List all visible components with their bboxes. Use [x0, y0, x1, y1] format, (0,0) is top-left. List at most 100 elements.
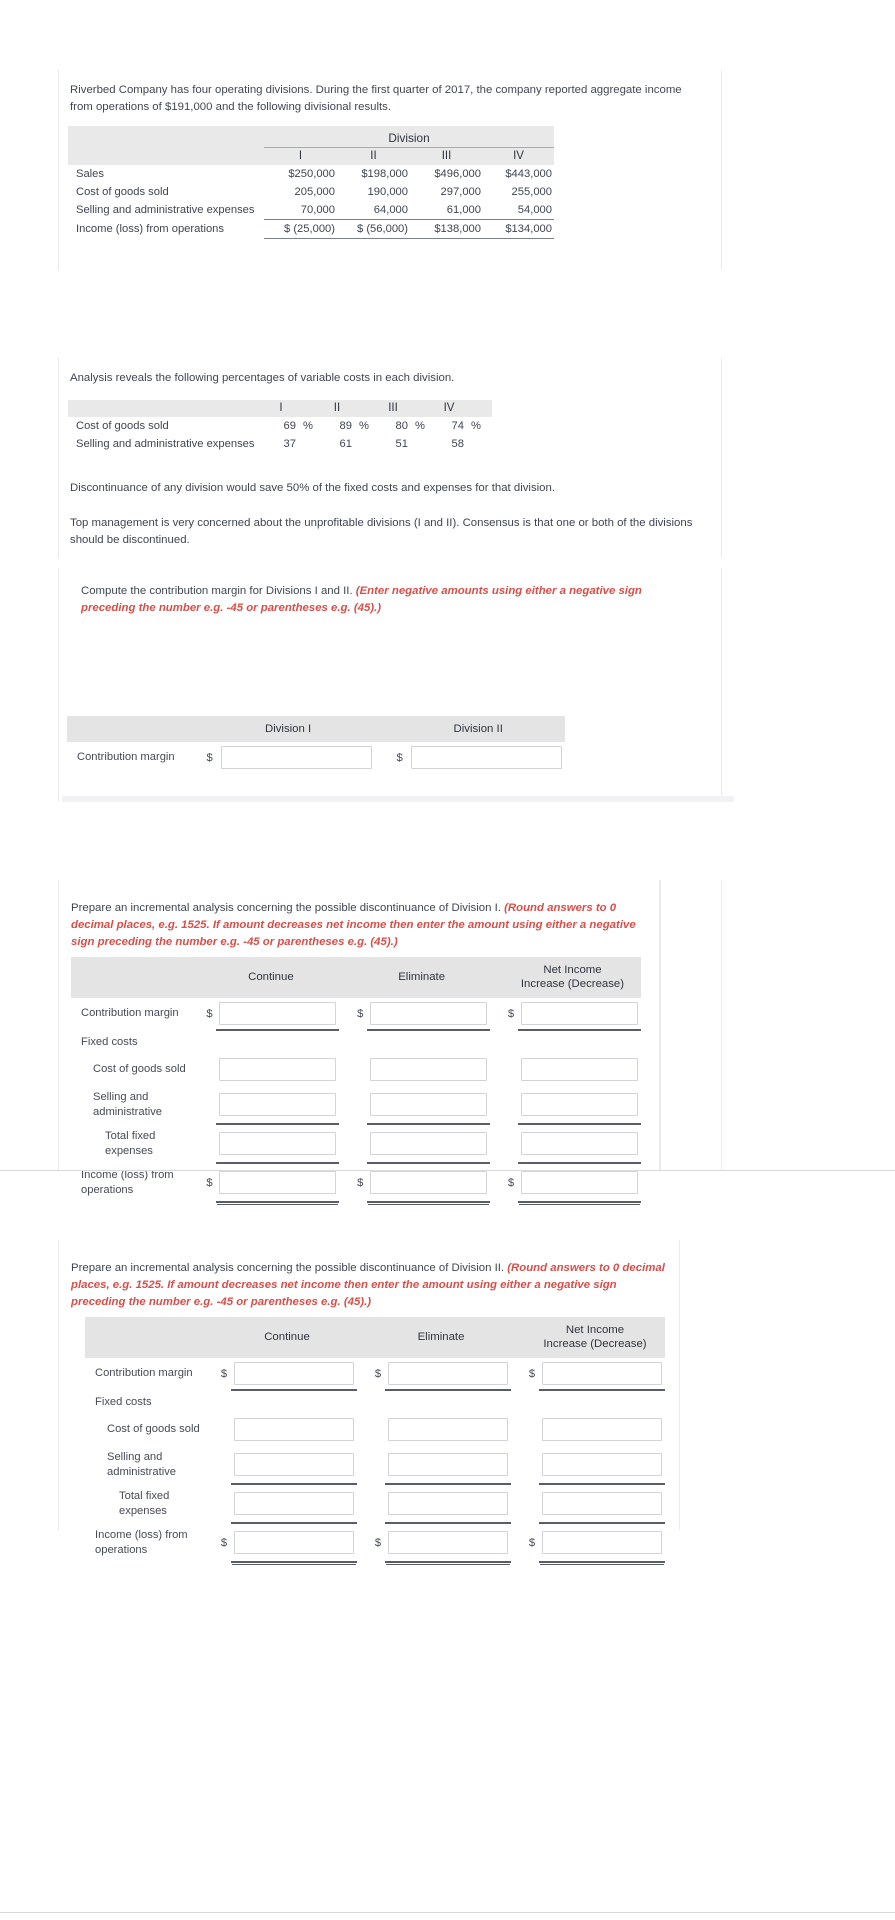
- input-cell: [518, 1054, 641, 1085]
- b-income-net-income-input[interactable]: [520, 1171, 638, 1195]
- c-sga-net-income-input[interactable]: [542, 1452, 662, 1476]
- c-cogs-continue-input[interactable]: [234, 1418, 354, 1442]
- cell-income-ii: $ (56,000): [337, 219, 410, 239]
- percent-sign: %: [303, 420, 313, 432]
- right-gutter: [660, 880, 722, 1170]
- spacer-cell: [504, 1085, 518, 1124]
- dollar-sign: $: [507, 1007, 515, 1020]
- column-header-continue: Continue: [217, 1317, 357, 1358]
- b-sga-eliminate-input[interactable]: [370, 1092, 488, 1116]
- table-row: Selling and administrative: [85, 1445, 665, 1486]
- row-label-selling-and-administrative: Selling and administrative: [93, 1091, 163, 1118]
- spacer-cell: [357, 1390, 371, 1415]
- table-row-group-header: Division: [68, 126, 554, 148]
- b-income-continue-input[interactable]: [219, 1171, 337, 1195]
- table-row: Total fixed expenses: [85, 1484, 665, 1525]
- spacer-cell: [511, 1317, 525, 1358]
- spacer-cell: [511, 1484, 525, 1523]
- input-cell: [218, 742, 375, 773]
- table-row-column-headers: I II III IV: [68, 400, 492, 417]
- c-income-eliminate-input[interactable]: [388, 1531, 508, 1555]
- input-cell: [216, 1054, 339, 1085]
- contribution-margin-division-ii-input[interactable]: [410, 746, 562, 770]
- discontinuance-note: Discontinuance of any division would sav…: [70, 482, 556, 494]
- spacer-cell: [353, 1124, 367, 1163]
- column-header-division-ii: Division II: [391, 716, 565, 743]
- b-total-fixed-net-income-input[interactable]: [520, 1132, 638, 1156]
- table-row: Income (loss) from operations $ $ $: [85, 1523, 665, 1564]
- table-row-column-headers: Continue Eliminate Net Income Increase (…: [85, 1317, 665, 1358]
- spacer-cell: [217, 1484, 231, 1523]
- dollar-sign: $: [374, 1367, 382, 1380]
- b-sga-net-income-input[interactable]: [520, 1092, 638, 1116]
- dollar-sign: $: [220, 1367, 228, 1380]
- pct-column-header-ii: II: [320, 400, 354, 417]
- spacer-cell: [298, 400, 320, 417]
- b-cogs-eliminate-input[interactable]: [370, 1058, 488, 1082]
- spacer-cell: [354, 435, 376, 453]
- c-income-net-income-input[interactable]: [542, 1531, 662, 1555]
- c-sga-eliminate-input[interactable]: [388, 1452, 508, 1476]
- input-cell: [517, 1085, 641, 1126]
- c-total-fixed-continue-input[interactable]: [234, 1492, 354, 1516]
- cell-cogs-iv: 255,000: [511, 186, 552, 198]
- row-label-contribution-margin: Contribution margin: [81, 1007, 179, 1020]
- b-total-fixed-continue-input[interactable]: [219, 1132, 337, 1156]
- pct-row-label-cogs: Cost of goods sold: [76, 420, 169, 432]
- spacer-cell: [68, 400, 264, 417]
- b-sga-continue-input[interactable]: [219, 1092, 337, 1116]
- spacer-cell: [525, 1414, 539, 1445]
- c-cogs-net-income-input[interactable]: [542, 1418, 662, 1442]
- division-results-table: Division I II III IV Sales $250,000 $198…: [68, 126, 554, 239]
- dollar-sign: $: [206, 751, 213, 764]
- spacer-cell: [217, 1414, 231, 1445]
- table-row: Selling and administrative expenses 70,0…: [68, 201, 554, 220]
- input-cell: [231, 1414, 357, 1445]
- dollar-sign: $: [374, 1536, 382, 1549]
- c-contribution-margin-eliminate-input[interactable]: [388, 1361, 508, 1385]
- net-income-line-1: Net Income: [543, 964, 602, 976]
- c-total-fixed-eliminate-input[interactable]: [388, 1492, 508, 1516]
- spacer-cell: [385, 1390, 511, 1415]
- page-bottom-rule: [0, 1912, 895, 1913]
- spacer-cell: [339, 1030, 353, 1055]
- b-total-fixed-eliminate-input[interactable]: [370, 1132, 488, 1156]
- b-contribution-margin-net-income-input[interactable]: [520, 1001, 638, 1025]
- b-income-eliminate-input[interactable]: [370, 1171, 488, 1195]
- b-cogs-net-income-input[interactable]: [520, 1058, 638, 1082]
- spacer-cell: [353, 1030, 367, 1055]
- b-contribution-margin-continue-input[interactable]: [219, 1001, 337, 1025]
- net-income-line-2: Increase (Decrease): [543, 1338, 647, 1351]
- b-cogs-continue-input[interactable]: [219, 1058, 337, 1082]
- net-income-line-1: Net Income: [565, 1324, 625, 1336]
- requirement-c-prompt-text: Prepare an incremental analysis concerni…: [71, 1262, 508, 1274]
- input-cell: [385, 1484, 511, 1525]
- c-contribution-margin-net-income-input[interactable]: [542, 1361, 662, 1385]
- c-contribution-margin-continue-input[interactable]: [234, 1361, 354, 1385]
- spacer-cell: [68, 126, 264, 148]
- pct-column-header-iii: III: [376, 400, 410, 417]
- contribution-margin-division-i-input[interactable]: [220, 746, 372, 770]
- spacer-cell: [371, 1390, 385, 1415]
- dollar-sign: $: [357, 1007, 364, 1020]
- requirement-a-panel: Compute the contribution margin for Divi…: [58, 568, 722, 801]
- spacer-cell: [367, 1030, 490, 1055]
- table-row: Income (loss) from operations $ (25,000)…: [68, 219, 554, 239]
- spacer-cell: [504, 1030, 518, 1055]
- c-cogs-eliminate-input[interactable]: [388, 1418, 508, 1442]
- cell-cogs-iii: 297,000: [440, 186, 481, 198]
- cell-sga-ii: 64,000: [337, 201, 410, 220]
- spacer-cell: [525, 1390, 539, 1415]
- row-label-cost-of-goods-sold: Cost of goods sold: [93, 1063, 186, 1076]
- input-cell: [231, 1357, 357, 1391]
- c-total-fixed-net-income-input[interactable]: [542, 1492, 662, 1516]
- c-income-continue-input[interactable]: [234, 1531, 354, 1555]
- contribution-margin-table: Division I Division II Contribution marg…: [67, 716, 565, 773]
- input-cell: [539, 1445, 665, 1486]
- row-label-fixed-costs: Fixed costs: [95, 1395, 152, 1408]
- b-contribution-margin-eliminate-input[interactable]: [370, 1001, 488, 1025]
- column-header-continue: Continue: [202, 957, 340, 998]
- spacer-cell: [339, 1054, 353, 1085]
- c-sga-continue-input[interactable]: [234, 1452, 354, 1476]
- column-header-iii: III: [410, 147, 483, 165]
